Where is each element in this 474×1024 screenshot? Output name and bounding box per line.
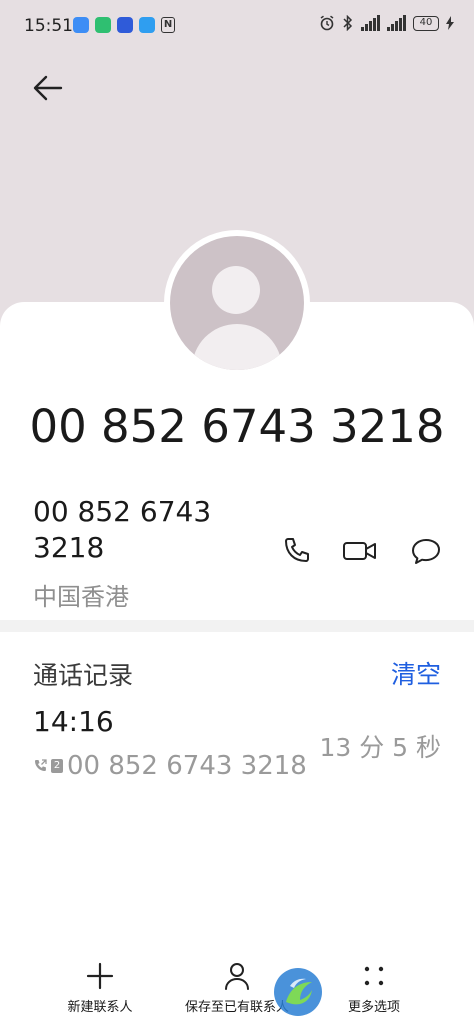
phone-icon <box>285 538 309 562</box>
video-camera-icon <box>343 542 376 560</box>
section-divider <box>0 620 474 632</box>
sim-badge: 2 <box>51 759 63 773</box>
message-button[interactable] <box>408 533 444 569</box>
more-grid-icon <box>364 966 384 986</box>
plus-icon <box>86 962 114 990</box>
video-call-button[interactable] <box>342 533 378 569</box>
call-log-meta: 2 00 852 6743 3218 <box>33 751 307 781</box>
call-log-title: 通话记录 <box>33 661 134 690</box>
avatar[interactable] <box>170 236 304 370</box>
phone-number[interactable]: 00 852 6743 3218 <box>33 494 233 566</box>
outgoing-call-icon <box>35 759 47 771</box>
new-contact-label: 新建联系人 <box>67 1000 133 1015</box>
notification-icons: N <box>73 17 175 33</box>
contact-title: 00 852 6743 3218 <box>29 400 445 453</box>
compass-app-icon <box>117 17 133 33</box>
alarm-icon <box>320 15 334 31</box>
shield-app-icon <box>95 17 111 33</box>
call-log-duration: 13 分 5 秒 <box>319 733 441 762</box>
voice-call-button[interactable] <box>278 533 314 569</box>
chat-app-icon <box>73 17 89 33</box>
call-log-number: 00 852 6743 3218 <box>67 751 307 781</box>
signal-icon-2 <box>387 15 406 31</box>
watermark-logo-icon <box>274 968 322 1016</box>
charging-icon <box>446 16 454 30</box>
message-icon <box>412 539 440 564</box>
browser-app-icon <box>139 17 155 33</box>
call-log-time: 14:16 <box>33 705 114 738</box>
more-options-button[interactable]: 更多选项 <box>304 958 444 1015</box>
back-button[interactable] <box>28 70 68 106</box>
person-head-icon <box>212 266 260 314</box>
arrow-left-icon <box>33 75 63 101</box>
new-contact-button[interactable]: 新建联系人 <box>30 958 170 1015</box>
status-bar: 15:51 N 40 <box>0 0 474 54</box>
clear-call-log-button[interactable]: 清空 <box>391 655 441 691</box>
person-body-icon <box>192 324 282 370</box>
nfc-icon: N <box>161 17 175 33</box>
status-time: 15:51 <box>24 16 73 36</box>
more-options-label: 更多选项 <box>347 1000 400 1015</box>
number-region: 中国香港 <box>33 583 129 611</box>
battery-icon: 40 <box>413 15 439 31</box>
signal-icon <box>361 15 380 31</box>
person-icon <box>225 963 249 990</box>
bluetooth-icon <box>343 15 353 31</box>
status-right: 40 <box>319 15 454 31</box>
